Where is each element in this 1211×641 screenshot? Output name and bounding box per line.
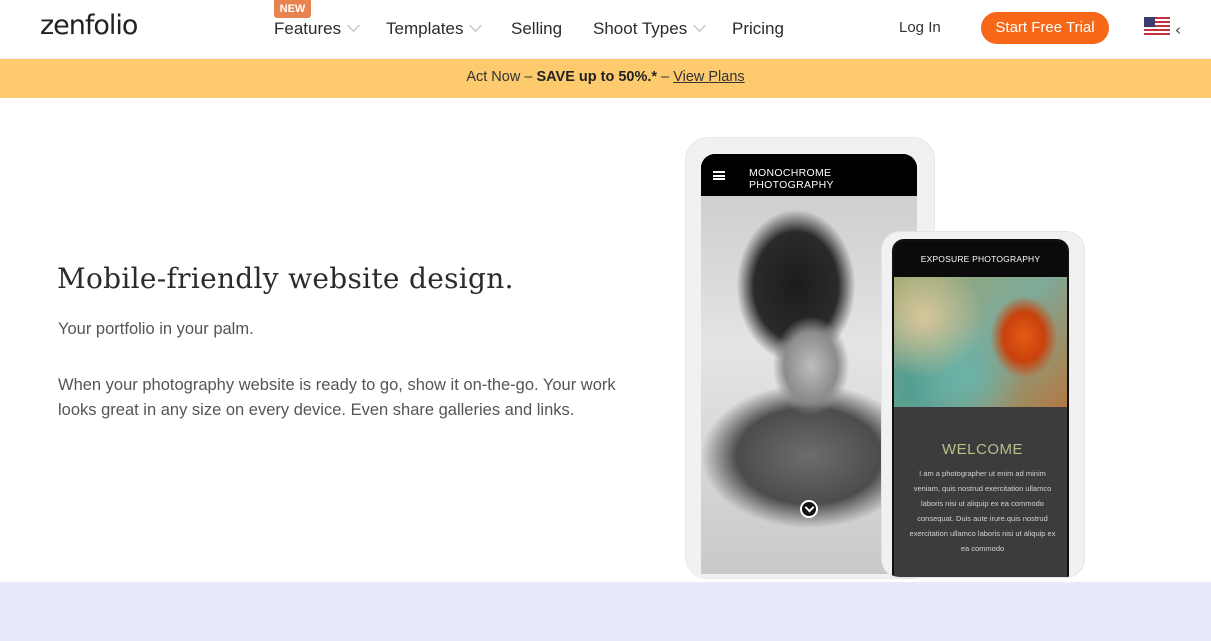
chevron-down-icon [347,19,360,32]
nav-shoot-types-label: Shoot Types [593,19,688,38]
nav-features-label: Features [274,19,342,38]
welcome-panel: WELCOME I am a photographer ut enim ad m… [894,407,1067,577]
banner-separator: – [661,69,670,85]
page-title: Mobile-friendly website design. [57,262,514,295]
start-free-trial-button[interactable]: Start Free Trial [981,12,1109,44]
phone-site-title: MONOCHROME PHOTOGRAPHY [749,167,834,191]
logo-text: zenfolio [40,10,138,41]
subheading: Your portfolio in your palm. [58,320,254,338]
phone-screen: EXPOSURE PHOTOGRAPHY WELCOME I am a phot… [892,239,1069,577]
chevron-left-icon[interactable]: ‹ [1175,21,1181,39]
us-flag-icon[interactable] [1144,17,1170,35]
phone-site-title: EXPOSURE PHOTOGRAPHY [920,254,1041,264]
site-header: zenfolio NEW Features Templates Selling … [0,0,1211,59]
view-plans-link[interactable]: View Plans [673,69,744,85]
hamburger-menu-icon [713,171,725,180]
phone-header-bar: MONOCHROME PHOTOGRAPHY [701,154,917,196]
nav-selling[interactable]: Selling [511,19,562,39]
nav-selling-label: Selling [511,19,563,38]
autumn-leaf-photo [894,277,1067,407]
body-text: When your photography website is ready t… [58,376,616,419]
promo-banner: Act Now – SAVE up to 50%.* – View Plans [0,59,1211,98]
nav-templates[interactable]: Templates [386,19,483,39]
chevron-down-icon [693,19,707,32]
nav-pricing[interactable]: Pricing [732,19,784,39]
chevron-down-icon [469,19,483,32]
login-link[interactable]: Log In [899,19,941,36]
zenfolio-logo[interactable]: zenfolio [40,10,138,41]
phone-header-bar: EXPOSURE PHOTOGRAPHY [894,241,1067,277]
next-section-band [0,582,1211,641]
scroll-down-icon [800,500,818,518]
banner-prefix: Act Now – [466,69,533,85]
nav-pricing-label: Pricing [732,19,784,38]
nav-features[interactable]: Features [274,19,360,39]
new-badge: NEW [274,0,311,18]
hero-section: Mobile-friendly website design. Your por… [0,98,1211,582]
phone-mockup-exposure: EXPOSURE PHOTOGRAPHY WELCOME I am a phot… [882,232,1084,577]
welcome-text: I am a photographer ut enim ad minim ven… [909,469,1056,553]
banner-offer: SAVE up to 50%.* [536,69,658,85]
nav-shoot-types[interactable]: Shoot Types [593,19,707,39]
welcome-heading: WELCOME [941,441,1023,458]
nav-templates-label: Templates [386,19,464,38]
